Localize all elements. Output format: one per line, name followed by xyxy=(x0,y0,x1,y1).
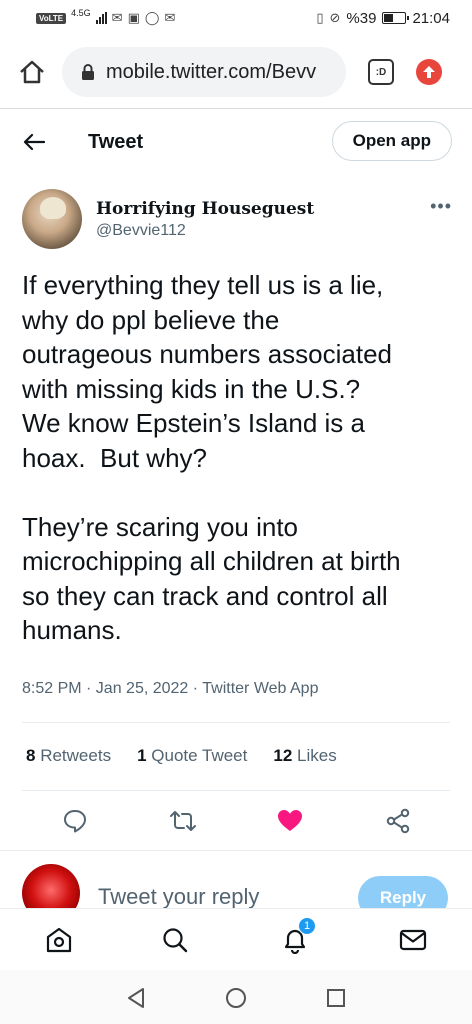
arrow-up-icon xyxy=(423,66,435,78)
bottom-navigation: 1 xyxy=(0,908,472,970)
comment-icon xyxy=(64,810,86,833)
lock-icon xyxy=(82,64,94,80)
square-recents-icon xyxy=(327,989,345,1007)
notification-badge: 1 xyxy=(298,917,316,935)
status-bar: VoLTE 4.5G ✉ ▣ ◯ ✉ ▯ ⊘ %39 21:04 xyxy=(0,0,472,36)
nav-notifications[interactable]: 1 xyxy=(280,917,316,955)
triangle-back-icon xyxy=(128,988,144,1008)
avatar[interactable] xyxy=(22,189,82,249)
likes-label: Likes xyxy=(297,746,337,765)
envelope-icon xyxy=(399,929,427,951)
tweet-stats: 8 Retweets 1 Quote Tweet 12 Likes xyxy=(26,746,337,766)
nav-explore[interactable] xyxy=(160,925,190,955)
tweet-actions xyxy=(0,800,472,840)
retweet-icon xyxy=(170,811,196,831)
system-navigation-bar xyxy=(0,970,472,1024)
divider xyxy=(22,790,450,791)
divider xyxy=(0,108,472,109)
like-action[interactable] xyxy=(275,806,305,836)
nav-messages[interactable] xyxy=(398,925,428,955)
browser-toolbar: mobile.twitter.com/Bevv :D xyxy=(0,36,472,108)
retweets-label: Retweets xyxy=(40,746,112,765)
share-action[interactable] xyxy=(383,806,413,836)
author-names: Horrifying Houseguest @Bevvie112 xyxy=(96,199,314,240)
arrow-left-icon xyxy=(23,133,45,151)
app-notification-icon: ▣ xyxy=(127,10,140,25)
system-recents-button[interactable] xyxy=(324,986,348,1010)
retweets-count: 8 xyxy=(26,746,36,765)
home-icon xyxy=(20,60,44,84)
tweet-author: Horrifying Houseguest @Bevvie112 ••• xyxy=(22,188,452,250)
quotes-label: Quote Tweet xyxy=(151,746,248,765)
gmail-icon: ✉ xyxy=(111,10,123,25)
nav-home[interactable] xyxy=(44,925,74,955)
user-handle[interactable]: @Bevvie112 xyxy=(96,222,314,240)
status-right: ▯ ⊘ %39 21:04 xyxy=(316,10,450,27)
more-options-icon[interactable]: ••• xyxy=(430,196,452,217)
tweet-text: If everything they tell us is a lie, why… xyxy=(22,270,401,645)
status-left: VoLTE 4.5G ✉ ▣ ◯ ✉ xyxy=(36,8,176,26)
reply-composer: Tweet your reply Reply xyxy=(0,860,472,908)
share-icon xyxy=(386,808,410,834)
mute-icon: ⊘ xyxy=(329,10,341,25)
update-button[interactable] xyxy=(416,59,442,85)
retweets-stat[interactable]: 8 Retweets xyxy=(26,746,111,766)
divider xyxy=(0,850,472,851)
reply-input[interactable]: Tweet your reply xyxy=(98,884,259,908)
clock: 21:04 xyxy=(412,9,450,27)
open-app-button[interactable]: Open app xyxy=(331,121,452,161)
mail-icon: ✉ xyxy=(164,10,176,25)
tweet-timestamp[interactable]: 8:52 PM · Jan 25, 2022 · Twitter Web App xyxy=(22,680,318,698)
page-title: Tweet xyxy=(88,130,144,153)
search-icon xyxy=(163,928,188,953)
nfc-icon: ▯ xyxy=(316,10,324,25)
circle-home-icon xyxy=(226,988,246,1008)
tweet-header: Tweet Open app xyxy=(0,118,472,166)
home-button[interactable] xyxy=(12,52,52,92)
reply-action[interactable] xyxy=(60,806,90,836)
likes-stat[interactable]: 12 Likes xyxy=(273,746,336,766)
network-type: 4.5G xyxy=(71,8,91,18)
signal-icon xyxy=(95,12,107,24)
whatsapp-icon: ◯ xyxy=(144,10,160,25)
quotes-stat[interactable]: 1 Quote Tweet xyxy=(137,746,247,766)
url-text: mobile.twitter.com/Bevv xyxy=(106,60,317,83)
home-icon xyxy=(46,927,72,953)
quotes-count: 1 xyxy=(137,746,147,765)
likes-count: 12 xyxy=(273,746,293,765)
address-bar[interactable]: mobile.twitter.com/Bevv xyxy=(62,47,346,97)
current-user-avatar xyxy=(22,864,80,908)
system-home-button[interactable] xyxy=(224,986,248,1010)
tab-switcher-button[interactable]: :D xyxy=(368,59,394,85)
heart-filled-icon xyxy=(278,810,302,831)
divider xyxy=(22,722,450,723)
back-button[interactable] xyxy=(20,128,48,156)
volte-badge: VoLTE xyxy=(36,12,67,24)
display-name[interactable]: Horrifying Houseguest xyxy=(96,199,314,219)
system-back-button[interactable] xyxy=(124,986,148,1010)
reply-button[interactable]: Reply xyxy=(358,876,448,908)
retweet-action[interactable] xyxy=(168,806,198,836)
battery-icon xyxy=(382,12,410,24)
battery-percent: %39 xyxy=(346,9,377,27)
